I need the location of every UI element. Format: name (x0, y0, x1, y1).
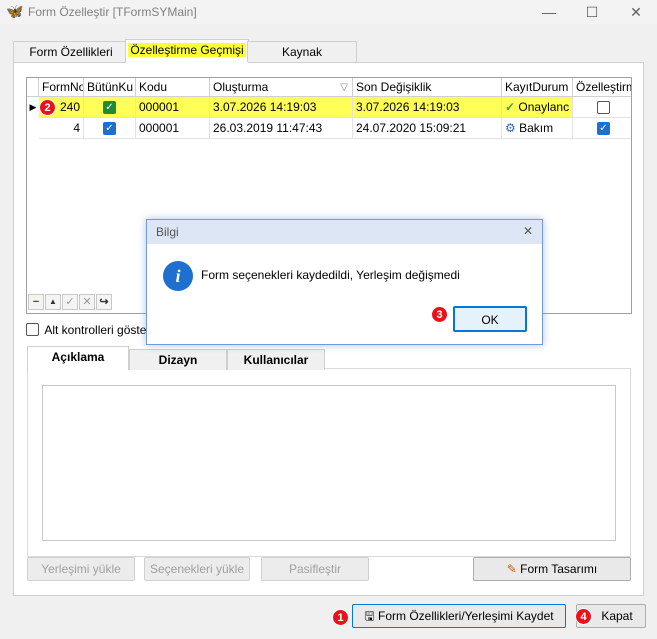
col-olusturma-label: Oluşturma (213, 80, 269, 94)
yerlesim-yukle-button[interactable]: Yerleşimi yükle (27, 557, 135, 581)
subtab-kullanicilar[interactable]: Kullanıcılar (227, 349, 325, 370)
status-text: Onaylanc (518, 100, 570, 114)
dialog-title: Bilgi (156, 225, 179, 239)
checkbox-checked-icon[interactable]: ✓ (597, 122, 610, 136)
cell-kayitdurum[interactable]: ⚙ Bakım (502, 118, 573, 139)
close-button[interactable]: ✕ (626, 2, 646, 22)
maintenance-icon: ⚙ (505, 121, 516, 135)
cell-ozellestirme[interactable] (573, 97, 631, 118)
checkbox-checked-icon[interactable]: ✓ (103, 101, 116, 115)
title-bar: 🦋 Form Özelleştir [TFormSYMain] — ☐ ✕ (0, 0, 657, 24)
tab-label: Özelleştirme Geçmişi (128, 43, 246, 57)
cell-olusturma[interactable]: 3.07.2026 14:19:03 (210, 97, 353, 118)
secenekleri-yukle-button[interactable]: Seçenekleri yükle (144, 557, 250, 581)
cell-butunku[interactable]: ✓ (84, 118, 136, 139)
checkbox-label: Alt kontrolleri göste (44, 323, 147, 337)
indicator-header (27, 78, 39, 97)
checkbox-unchecked-icon[interactable] (597, 101, 610, 115)
step-badge-4: 4 (575, 608, 592, 625)
col-ozellestirme[interactable]: Özelleştirm (573, 78, 631, 97)
col-formno[interactable]: FormNo (39, 78, 84, 97)
kaydet-label: Form Özellikleri/Yerleşimi Kaydet (377, 609, 554, 623)
butterfly-icon: 🦋 (6, 3, 24, 19)
save-icon: 🖫 (364, 609, 375, 623)
cell-butunku[interactable]: ✓ (84, 97, 136, 118)
dialog-close-icon[interactable]: ✕ (523, 224, 533, 238)
design-icon: ✎ (506, 562, 517, 576)
form-tasarimi-button[interactable]: ✎ Form Tasarımı (473, 557, 631, 581)
tab-form-ozellikleri[interactable]: Form Özellikleri (13, 41, 129, 62)
approved-check-icon: ✓ (505, 100, 516, 114)
row-indicator-icon: ▶ (29, 102, 37, 112)
subtab-aciklama[interactable]: Açıklama (27, 346, 129, 370)
filter-icon[interactable]: ▽ (340, 78, 348, 96)
col-butunku[interactable]: BütünKu (84, 78, 136, 97)
checkbox-checked-icon[interactable]: ✓ (103, 122, 116, 136)
cell-kayitdurum[interactable]: ✓ Onaylanc (502, 97, 573, 118)
move-up-icon[interactable]: ▲ (45, 294, 61, 310)
kaydet-button[interactable]: 🖫 Form Özellikleri/Yerleşimi Kaydet (352, 604, 566, 628)
cell-son-degisiklik[interactable]: 24.07.2020 15:09:21 (353, 118, 502, 139)
col-son-degisiklik[interactable]: Son Değişiklik (353, 78, 502, 97)
dialog-title-bar: Bilgi ✕ (147, 220, 542, 244)
status-text: Bakım (519, 121, 554, 135)
col-kayitdurum[interactable]: KayıtDurum (502, 78, 573, 97)
step-badge-3: 3 (431, 306, 448, 323)
step-badge-2: 2 (39, 99, 56, 116)
minimize-button[interactable]: — (539, 2, 559, 22)
step-badge-1: 1 (332, 609, 349, 626)
cell-kodu[interactable]: 000001 (136, 97, 210, 118)
window-title: Form Özelleştir [TFormSYMain] (28, 5, 197, 19)
tab-ozellestirme-gecmisi[interactable]: Özelleştirme Geçmişi (125, 39, 249, 63)
cancel-icon[interactable]: ✕ (79, 294, 95, 310)
cell-formno[interactable]: 4 (39, 118, 84, 139)
aciklama-textarea[interactable] (42, 385, 616, 541)
pasiflestir-button[interactable]: Pasifleştir (261, 557, 369, 581)
post-icon[interactable]: ✓ (62, 294, 78, 310)
delete-record-icon[interactable]: − (28, 294, 44, 310)
subtab-dizayn[interactable]: Dizayn (129, 349, 227, 370)
tab-kaynak[interactable]: Kaynak (247, 41, 357, 62)
cell-olusturma[interactable]: 26.03.2019 11:47:43 (210, 118, 353, 139)
dialog-message: Form seçenekleri kaydedildi, Yerleşim de… (201, 268, 460, 282)
alt-kontroller-checkbox[interactable]: Alt kontrolleri göste (26, 323, 146, 337)
refresh-icon[interactable]: ↪ (96, 294, 112, 310)
cell-ozellestirme[interactable]: ✓ (573, 118, 631, 139)
info-dialog: Bilgi ✕ i Form seçenekleri kaydedildi, Y… (146, 219, 543, 345)
ok-button[interactable]: OK (453, 306, 527, 332)
checkbox-unchecked-icon[interactable] (26, 323, 39, 336)
cell-son-degisiklik[interactable]: 3.07.2026 14:19:03 (353, 97, 502, 118)
cell-kodu[interactable]: 000001 (136, 118, 210, 139)
form-tasarimi-label: Form Tasarımı (520, 562, 598, 576)
col-olusturma[interactable]: Oluşturma ▽ (210, 78, 353, 97)
maximize-button[interactable]: ☐ (582, 2, 602, 22)
col-kodu[interactable]: Kodu (136, 78, 210, 97)
info-icon: i (163, 261, 193, 291)
